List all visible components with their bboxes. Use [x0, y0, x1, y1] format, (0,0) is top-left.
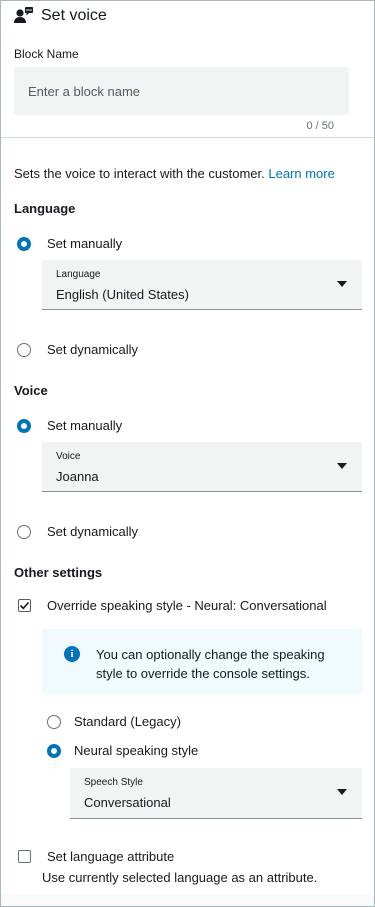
panel-title: Set voice [41, 7, 107, 24]
voice-select-value: Joanna [56, 469, 99, 484]
override-speaking-style-checkbox[interactable]: Override speaking style - Neural: Conver… [18, 598, 327, 613]
speech-style-select[interactable]: Speech Style Conversational [70, 768, 362, 819]
caret-down-icon [337, 281, 347, 287]
caret-down-icon [337, 789, 347, 795]
set-language-attribute-checkbox[interactable]: Set language attribute [18, 849, 174, 864]
description: Sets the voice to interact with the cust… [14, 166, 335, 181]
set-language-attribute-label: Set language attribute [47, 849, 175, 864]
radio-unchecked-icon [17, 524, 31, 539]
learn-more-link[interactable]: Learn more [268, 166, 334, 181]
language-select-value: English (United States) [56, 287, 189, 302]
panel-header: Set voice [14, 4, 107, 28]
set-language-attribute-description: Use currently selected language as an at… [42, 870, 318, 885]
info-icon: i [64, 646, 80, 662]
voice-select-label: Voice [56, 451, 81, 462]
radio-unchecked-icon [47, 714, 61, 729]
voice-set-dynamically-radio[interactable]: Set dynamically [17, 524, 138, 539]
voice-select[interactable]: Voice Joanna [42, 442, 362, 492]
neural-speaking-style-radio[interactable]: Neural speaking style [47, 743, 198, 758]
block-name-input[interactable] [14, 67, 349, 115]
speech-style-select-label: Speech Style [84, 777, 143, 788]
voice-set-dynamically-label: Set dynamically [47, 524, 139, 539]
voice-section-title: Voice [14, 383, 48, 398]
language-set-dynamically-radio[interactable]: Set dynamically [17, 342, 138, 357]
radio-checked-icon [47, 743, 61, 758]
language-set-manually-radio[interactable]: Set manually [17, 236, 122, 251]
header-divider [1, 137, 374, 138]
neural-speaking-style-label: Neural speaking style [74, 743, 199, 758]
radio-checked-icon [17, 418, 31, 433]
checkmark-icon [18, 599, 31, 612]
standard-legacy-label: Standard (Legacy) [74, 714, 181, 729]
language-set-manually-label: Set manually [47, 236, 123, 251]
checkbox-unchecked-icon [18, 850, 31, 863]
caret-down-icon [337, 463, 347, 469]
description-text: Sets the voice to interact with the cust… [14, 166, 265, 181]
language-set-dynamically-label: Set dynamically [47, 342, 139, 357]
set-voice-panel: Set voice Block Name 0 / 50 Sets the voi… [0, 0, 375, 907]
info-alert: i You can optionally change the speaking… [42, 629, 362, 694]
language-select[interactable]: Language English (United States) [42, 260, 362, 310]
block-name-counter: 0 / 50 [306, 120, 334, 132]
radio-checked-icon [17, 236, 31, 251]
language-section-title: Language [14, 201, 76, 216]
standard-legacy-radio[interactable]: Standard (Legacy) [47, 714, 181, 729]
language-select-label: Language [56, 269, 101, 280]
voice-set-manually-radio[interactable]: Set manually [17, 418, 122, 433]
other-settings-title: Other settings [14, 565, 103, 580]
block-name-label: Block Name [14, 47, 79, 61]
contact-voice-icon [14, 6, 34, 26]
panel-footer [1, 894, 374, 906]
override-speaking-style-label: Override speaking style - Neural: Conver… [47, 598, 327, 613]
info-alert-text: You can optionally change the speaking s… [96, 647, 325, 681]
radio-unchecked-icon [17, 342, 31, 357]
voice-set-manually-label: Set manually [47, 418, 123, 433]
speech-style-select-value: Conversational [84, 795, 171, 810]
